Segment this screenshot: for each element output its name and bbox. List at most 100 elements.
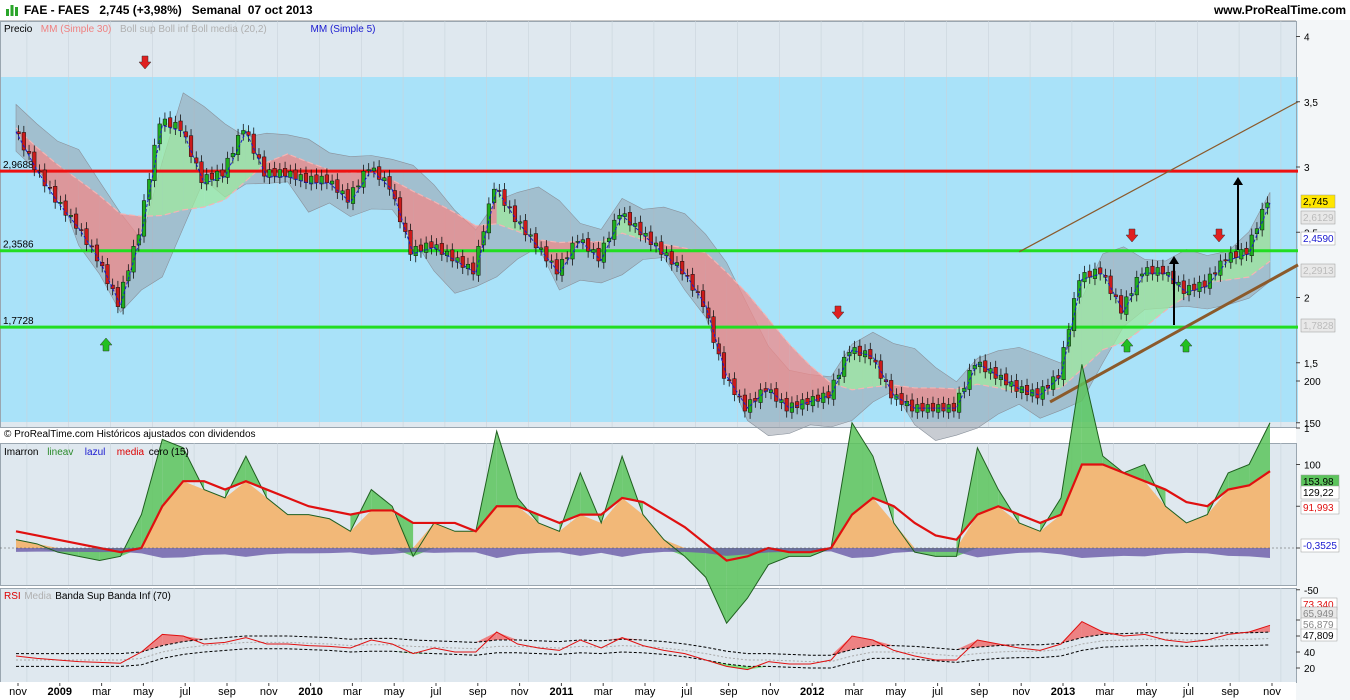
x-tick-label: nov <box>1263 686 1281 698</box>
candle <box>418 244 423 252</box>
candle <box>1223 259 1228 262</box>
x-tick-label: 2012 <box>800 686 824 698</box>
candle <box>21 132 26 151</box>
price-badge-label: 2,6129 <box>1303 213 1334 224</box>
candle <box>1035 388 1040 399</box>
x-tick-label: may <box>885 686 906 698</box>
candle <box>1082 272 1087 283</box>
candle <box>1009 381 1014 387</box>
x-tick-label: nov <box>9 686 27 698</box>
candle <box>742 394 747 412</box>
x-tick-label: 2013 <box>1051 686 1075 698</box>
x-tick-label: sep <box>469 686 487 698</box>
candle <box>1244 247 1249 255</box>
candle <box>293 169 298 180</box>
x-tick-label: jul <box>179 686 191 698</box>
y-tick-label: 1,5 <box>1304 359 1318 370</box>
candle <box>695 291 700 293</box>
candle <box>685 275 690 277</box>
candle <box>121 281 126 309</box>
y-tick-label: 100 <box>1304 461 1321 472</box>
x-tick-label: nov <box>1012 686 1030 698</box>
y-tick-label: 20 <box>1304 664 1316 675</box>
candle <box>298 174 303 181</box>
candle <box>993 367 998 379</box>
candle <box>1260 208 1265 231</box>
chart-canvas[interactable]: 2,9688 2,3586 1,7728 Precio MM (Simple 30) Bo… <box>0 20 1350 700</box>
candle <box>413 246 418 256</box>
candle <box>852 347 857 354</box>
candle <box>272 168 277 177</box>
level-label: 1,7728 <box>3 316 34 327</box>
x-tick-label: nov <box>260 686 278 698</box>
chart-window: FAE - FAES 2,745 (+3,98%) Semanal 07 oct… <box>0 0 1350 700</box>
header-date: 07 oct 2013 <box>247 3 313 17</box>
candle <box>1139 273 1145 277</box>
candle <box>951 402 956 412</box>
candle <box>1092 268 1098 279</box>
candle <box>821 392 826 403</box>
candle <box>1207 273 1212 289</box>
x-tick-label: jul <box>1182 686 1194 698</box>
candle <box>539 247 544 250</box>
price-badge-label: 2,745 <box>1303 197 1328 208</box>
candle <box>591 249 596 253</box>
x-tick-label: 2010 <box>298 686 322 698</box>
price-legend-item: Boll sup Boll inf Boll media (20,2) <box>120 24 267 35</box>
candle <box>1265 202 1270 209</box>
x-tick-label: jul <box>429 686 441 698</box>
candle <box>983 360 988 373</box>
price-badge-label: 1,7828 <box>1303 321 1334 332</box>
candle <box>1124 296 1129 315</box>
candle <box>831 379 836 400</box>
candle <box>115 287 120 307</box>
candle <box>805 398 810 405</box>
candle <box>324 174 329 183</box>
website-link[interactable]: www.ProRealTime.com <box>1214 3 1346 17</box>
candle <box>1155 267 1160 276</box>
candle <box>147 179 152 200</box>
candle <box>1186 285 1192 296</box>
x-tick-label: mar <box>845 686 864 698</box>
rsi-legend-item: Banda Sup Banda Inf (70) <box>55 591 171 602</box>
candle <box>340 190 345 195</box>
candle <box>288 170 293 178</box>
candle <box>1145 267 1150 276</box>
x-tick-label: sep <box>218 686 236 698</box>
price-legend-item: MM (Simple 5) <box>311 24 376 35</box>
price-legend-item: Precio <box>4 24 33 35</box>
x-tick-label: may <box>133 686 154 698</box>
candle <box>58 201 63 204</box>
level-label: 2,9688 <box>3 160 34 171</box>
x-tick-label: 2011 <box>549 686 573 698</box>
imarron-legend-item: media <box>117 447 145 458</box>
candle <box>930 402 936 412</box>
candle <box>1181 280 1186 294</box>
header-bar: FAE - FAES 2,745 (+3,98%) Semanal 07 oct… <box>0 0 1350 21</box>
candle <box>1197 281 1202 292</box>
x-tick-label: mar <box>1095 686 1114 698</box>
candle <box>429 241 434 249</box>
candle <box>303 172 309 183</box>
y-tick-label: 2 <box>1304 294 1310 305</box>
candle <box>330 180 335 185</box>
candle <box>168 117 173 128</box>
candle <box>842 356 847 377</box>
x-tick-label: mar <box>92 686 111 698</box>
imarron-legend-item: lineav <box>47 447 73 458</box>
y-tick-label: 200 <box>1304 377 1321 388</box>
candle <box>784 398 789 412</box>
x-tick-label: nov <box>762 686 780 698</box>
candle <box>486 203 491 234</box>
candle <box>533 233 538 249</box>
instrument-price: 2,745 (+3,98%) <box>99 3 182 17</box>
candle <box>627 212 632 226</box>
candle <box>1228 252 1233 263</box>
period: Semanal <box>191 3 242 17</box>
y-tick-label: 3,5 <box>1304 98 1318 109</box>
candle <box>727 379 732 381</box>
candle <box>209 172 214 180</box>
candle <box>215 170 220 181</box>
header-title: FAE - FAES 2,745 (+3,98%) Semanal 07 oct… <box>24 3 313 17</box>
candle <box>868 349 873 360</box>
